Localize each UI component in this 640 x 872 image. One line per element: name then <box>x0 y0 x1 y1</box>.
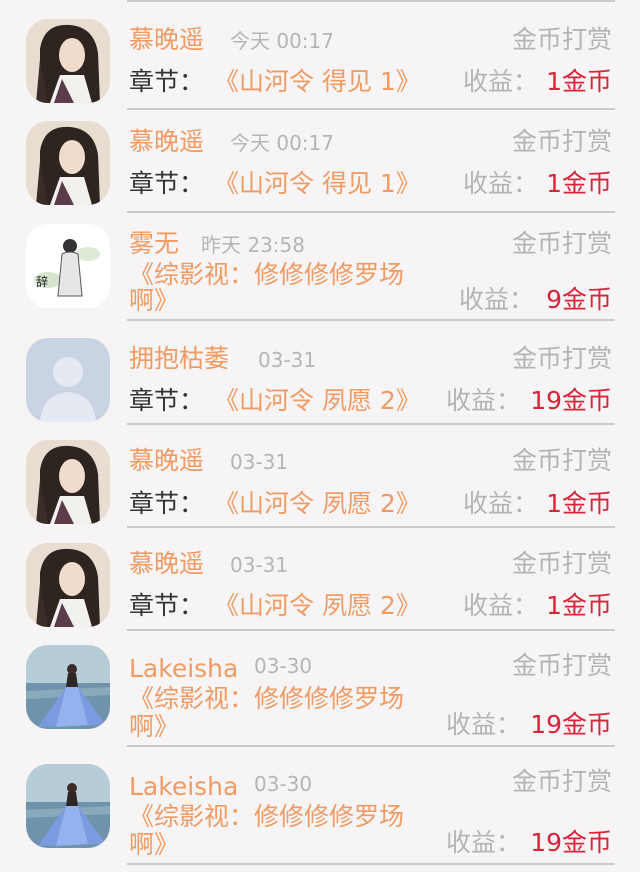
timestamp: 03-31 <box>258 348 317 372</box>
earnings-label: 收益： <box>463 591 539 620</box>
ancient-man-avatar[interactable] <box>26 543 110 627</box>
earnings-label: 收益： <box>446 828 522 857</box>
chapter-label: 章节： <box>129 67 205 96</box>
earnings-value: 1金币 <box>546 489 612 518</box>
reward-type: 金币打赏 <box>511 549 612 578</box>
ancient-man-avatar-image <box>26 543 110 627</box>
timestamp: 昨天 23:58 <box>201 233 305 257</box>
timestamp: 今天 00:17 <box>230 131 334 155</box>
sea-girl-avatar[interactable] <box>26 645 110 729</box>
book-title-continued[interactable]: 啊》 <box>129 714 179 739</box>
chapter-label: 章节： <box>129 489 205 518</box>
user-name[interactable]: 雾无 <box>129 231 179 256</box>
default-user-avatar-image <box>26 338 110 422</box>
earnings-label: 收益： <box>459 285 535 314</box>
user-name[interactable]: 慕晚遥 <box>129 551 204 576</box>
chapter-title[interactable]: 《山河令 夙愿 2》 <box>214 491 421 516</box>
earnings-label: 收益： <box>446 386 522 415</box>
user-name[interactable]: Lakeisha <box>129 774 238 799</box>
row-divider <box>127 863 615 865</box>
sea-girl-avatar-image <box>26 764 110 848</box>
earnings-label: 收益： <box>463 67 539 96</box>
user-name[interactable]: Lakeisha <box>129 656 238 681</box>
earnings-value: 1金币 <box>546 67 612 96</box>
list-item[interactable]: 拥抱枯萎 03-31 金币打赏 章节： 《山河令 夙愿 2》 收益： 19金币 <box>0 321 640 425</box>
reward-type: 金币打赏 <box>511 25 612 54</box>
earnings-value: 9金币 <box>546 285 612 314</box>
user-name[interactable]: 拥抱枯萎 <box>129 346 229 371</box>
reward-type: 金币打赏 <box>511 127 612 156</box>
ink-painting-avatar[interactable]: 辞 <box>26 224 110 308</box>
list-item[interactable]: Lakeisha 03-30 金币打赏 《综影视：修修修修罗场 啊》 收益： 1… <box>0 747 640 865</box>
earnings-label: 收益： <box>463 169 539 198</box>
chapter-title[interactable]: 《山河令 夙愿 2》 <box>214 593 421 618</box>
timestamp: 03-30 <box>254 772 313 796</box>
earnings-label: 收益： <box>446 710 522 739</box>
book-title-continued[interactable]: 啊》 <box>129 832 179 857</box>
book-title[interactable]: 《综影视：修修修修罗场 <box>129 262 404 287</box>
reward-type: 金币打赏 <box>511 651 612 680</box>
reward-type: 金币打赏 <box>511 229 612 258</box>
ancient-man-avatar-image <box>26 121 110 205</box>
user-name[interactable]: 慕晚遥 <box>129 27 204 52</box>
list-item[interactable]: 慕晚遥 03-31 金币打赏 章节： 《山河令 夙愿 2》 收益： 1金币 <box>0 528 640 631</box>
earnings-label: 收益： <box>463 489 539 518</box>
chapter-title[interactable]: 《山河令 夙愿 2》 <box>214 388 421 413</box>
ancient-man-avatar[interactable] <box>26 440 110 524</box>
ancient-man-avatar-image <box>26 19 110 103</box>
ancient-man-avatar[interactable] <box>26 19 110 103</box>
user-name[interactable]: 慕晚遥 <box>129 448 204 473</box>
book-title[interactable]: 《综影视：修修修修罗场 <box>129 804 404 829</box>
earnings-value: 1金币 <box>546 591 612 620</box>
list-item[interactable]: Lakeisha 03-30 金币打赏 《综影视：修修修修罗场 啊》 收益： 1… <box>0 631 640 747</box>
ancient-man-avatar-image <box>26 440 110 524</box>
reward-type: 金币打赏 <box>511 446 612 475</box>
reward-type: 金币打赏 <box>511 344 612 373</box>
book-title[interactable]: 《综影视：修修修修罗场 <box>129 686 404 711</box>
ancient-man-avatar[interactable] <box>26 121 110 205</box>
chapter-title[interactable]: 《山河令 得见 1》 <box>214 69 421 94</box>
list-item[interactable]: 辞 雾无 昨天 23:58 金币打赏 《综影视：修修修修罗场 啊》 收益： 9金… <box>0 213 640 321</box>
sea-girl-avatar-image <box>26 645 110 729</box>
sea-girl-avatar[interactable] <box>26 764 110 848</box>
reward-type: 金币打赏 <box>511 767 612 796</box>
timestamp: 今天 00:17 <box>230 29 334 53</box>
timestamp: 03-30 <box>254 654 313 678</box>
earnings-value: 19金币 <box>530 828 612 857</box>
list-item[interactable]: 慕晚遥 今天 00:17 金币打赏 章节： 《山河令 得见 1》 收益： 1金币 <box>0 110 640 213</box>
reward-list: 慕晚遥 今天 00:17 金币打赏 章节： 《山河令 得见 1》 收益： 1金币… <box>0 0 640 872</box>
chapter-title[interactable]: 《山河令 得见 1》 <box>214 171 421 196</box>
earnings-value: 19金币 <box>530 386 612 415</box>
timestamp: 03-31 <box>230 553 289 577</box>
list-item[interactable]: 慕晚遥 今天 00:17 金币打赏 章节： 《山河令 得见 1》 收益： 1金币 <box>0 0 640 110</box>
chapter-label: 章节： <box>129 386 205 415</box>
chapter-label: 章节： <box>129 169 205 198</box>
timestamp: 03-31 <box>230 450 289 474</box>
ink-painting-avatar-image: 辞 <box>26 224 110 308</box>
book-title-continued[interactable]: 啊》 <box>129 288 179 313</box>
list-item[interactable]: 慕晚遥 03-31 金币打赏 章节： 《山河令 夙愿 2》 收益： 1金币 <box>0 425 640 528</box>
default-user-avatar[interactable] <box>26 338 110 422</box>
earnings-value: 1金币 <box>546 169 612 198</box>
earnings-value: 19金币 <box>530 710 612 739</box>
chapter-label: 章节： <box>129 591 205 620</box>
svg-text:辞: 辞 <box>36 274 48 289</box>
user-name[interactable]: 慕晚遥 <box>129 129 204 154</box>
